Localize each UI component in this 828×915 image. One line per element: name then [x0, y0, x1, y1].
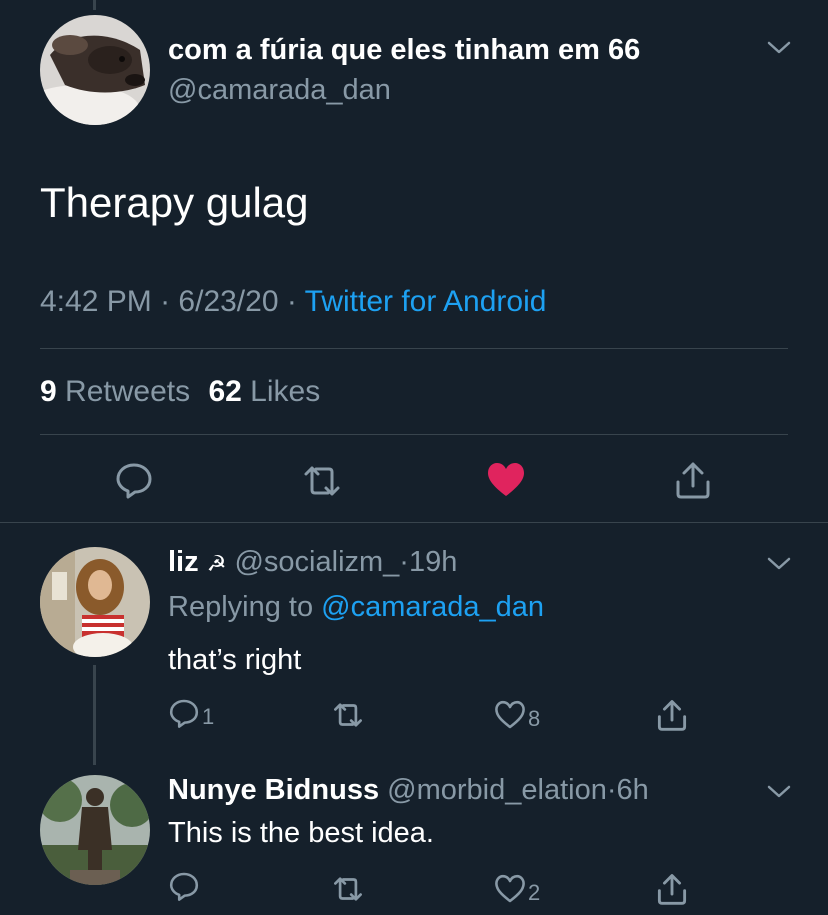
- like-action[interactable]: 2: [494, 872, 540, 906]
- retweet-stat[interactable]: 9 Retweets: [40, 375, 198, 408]
- reply-handle[interactable]: @socializm_: [234, 546, 399, 578]
- retweet-icon[interactable]: [330, 874, 366, 904]
- divider: [0, 522, 828, 523]
- tweet-date: 6/23/20: [178, 285, 279, 318]
- chevron-down-icon[interactable]: [766, 782, 792, 800]
- meta-separator: ·: [606, 774, 617, 806]
- retweet-label: Retweets: [65, 375, 191, 408]
- thread-line: [93, 665, 96, 765]
- reply-header: Nunye Bidnuss @morbid_elation·6h: [168, 770, 649, 810]
- main-tweet-meta: 4:42 PM · 6/23/20 · Twitter for Android: [40, 282, 546, 322]
- reply-icon: [168, 697, 200, 729]
- reply-icon[interactable]: [114, 460, 154, 500]
- like-count: 62: [208, 375, 242, 408]
- reply-age: 6h: [616, 774, 649, 806]
- tweet-source-link[interactable]: Twitter for Android: [305, 285, 547, 318]
- replying-to-label: Replying to: [168, 591, 314, 623]
- retweet-icon[interactable]: [330, 700, 366, 730]
- like-count: 2: [528, 880, 541, 905]
- reply-text: This is the best idea.: [168, 817, 434, 849]
- share-icon[interactable]: [656, 698, 688, 732]
- meta-separator: ·: [286, 285, 297, 318]
- tweet-time: 4:42 PM: [40, 285, 152, 318]
- meta-separator: ·: [160, 285, 171, 318]
- share-icon[interactable]: [656, 872, 688, 906]
- chevron-down-icon[interactable]: [766, 38, 792, 56]
- thread-line-top: [93, 0, 96, 10]
- reply-avatar[interactable]: [40, 547, 150, 657]
- reply-avatar[interactable]: [40, 775, 150, 885]
- like-count: 8: [528, 706, 541, 731]
- reply-header: liz ☭ @socializm_·19h: [168, 542, 457, 584]
- meta-separator: ·: [399, 546, 409, 578]
- engagement-stats: 9 Retweets 62 Likes: [40, 372, 320, 412]
- divider: [40, 434, 788, 435]
- share-icon[interactable]: [674, 460, 712, 500]
- divider: [40, 348, 788, 349]
- chevron-down-icon[interactable]: [766, 554, 792, 572]
- retweet-icon[interactable]: [300, 462, 344, 500]
- like-action[interactable]: 8: [494, 698, 540, 732]
- retweet-count: 9: [40, 375, 57, 408]
- heart-filled-icon[interactable]: [486, 462, 526, 498]
- reply-text: that’s right: [168, 644, 302, 676]
- reply-age: 19h: [408, 546, 458, 578]
- main-tweet-avatar[interactable]: [40, 15, 150, 125]
- reply-action[interactable]: 1: [168, 696, 214, 730]
- reply-action[interactable]: [168, 870, 202, 902]
- reply-count: 1: [202, 704, 215, 729]
- like-label: Likes: [250, 375, 321, 408]
- heart-icon: [494, 874, 526, 904]
- replying-to: Replying to @camarada_dan: [168, 587, 544, 627]
- reply-icon: [168, 870, 200, 902]
- heart-icon: [494, 700, 526, 730]
- main-tweet-text: Therapy gulag: [40, 179, 309, 226]
- like-stat[interactable]: 62 Likes: [208, 375, 320, 408]
- main-tweet-display-name[interactable]: com a fúria que eles tinham em 66: [168, 30, 640, 70]
- replying-to-handle[interactable]: @camarada_dan: [321, 591, 544, 623]
- reply-display-name[interactable]: Nunye Bidnuss: [168, 774, 379, 806]
- reply-handle[interactable]: @morbid_elation: [387, 774, 607, 806]
- hammer-sickle-emoji: ☭: [206, 551, 227, 576]
- reply-display-name[interactable]: liz: [168, 546, 199, 578]
- main-tweet-handle[interactable]: @camarada_dan: [168, 70, 391, 110]
